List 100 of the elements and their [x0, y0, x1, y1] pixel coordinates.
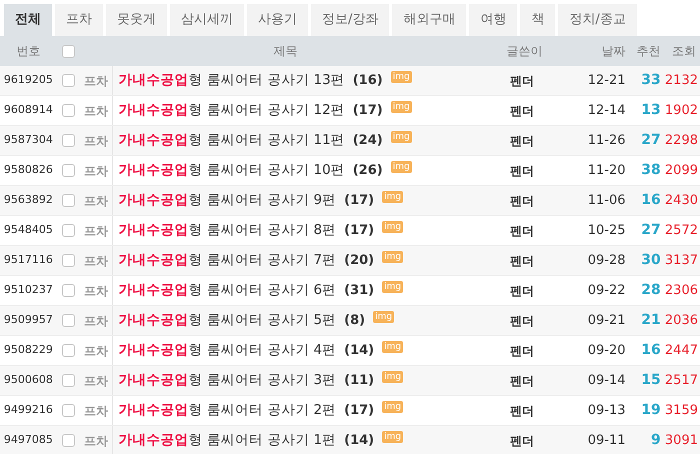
category-tab[interactable]: 여행	[469, 4, 518, 36]
post-number: 9508229	[2, 342, 54, 358]
post-date: 09-28	[586, 252, 626, 270]
checkbox[interactable]	[62, 404, 76, 417]
post-date: 10-25	[586, 222, 626, 240]
checkbox[interactable]	[62, 74, 76, 87]
image-badge: img	[390, 70, 412, 82]
column-header: 글쓴이	[505, 43, 544, 60]
checkbox[interactable]	[62, 224, 76, 237]
column-header: 추천	[636, 43, 661, 60]
post-title[interactable]: 가내수공업 형 룸씨어터 공사기 4편	[118, 340, 336, 361]
post-author: 펜더	[508, 222, 535, 240]
category-tab[interactable]: 정보/강좌	[311, 4, 390, 36]
post-date: 12-21	[586, 72, 626, 90]
like-count: 16	[640, 191, 661, 210]
post-category: 프차	[83, 72, 109, 90]
image-badge: img	[382, 370, 404, 382]
image-badge: img	[382, 250, 404, 262]
post-category: 프차	[83, 132, 109, 150]
category-tab[interactable]: 사용기	[247, 4, 308, 36]
post-title[interactable]: 가내수공업 형 룸씨어터 공사기 13편	[118, 70, 345, 91]
post-author: 펜더	[508, 102, 535, 120]
post-number: 9500608	[2, 372, 54, 388]
image-badge: img	[390, 130, 412, 142]
category-tab[interactable]: 정치/종교	[558, 4, 637, 36]
image-badge: img	[382, 340, 404, 352]
like-count: 28	[640, 281, 661, 300]
image-badge: img	[382, 220, 404, 232]
view-count: 2036	[664, 312, 699, 330]
view-count: 2099	[664, 162, 699, 180]
post-author: 펜더	[508, 402, 535, 420]
checkbox[interactable]	[62, 164, 76, 177]
post-author: 펜더	[508, 192, 535, 210]
image-badge: img	[382, 280, 404, 292]
post-title[interactable]: 가내수공업 형 룸씨어터 공사기 7편	[118, 250, 336, 271]
post-category: 프차	[83, 282, 109, 300]
category-tab[interactable]: 프차	[55, 4, 103, 36]
view-count: 3091	[664, 432, 699, 450]
post-title[interactable]: 가내수공업 형 룸씨어터 공사기 8편	[118, 220, 336, 241]
category-tab[interactable]: 삼시세끼	[170, 4, 244, 36]
checkbox[interactable]	[62, 134, 76, 147]
post-title[interactable]: 가내수공업 형 룸씨어터 공사기 10편	[118, 160, 345, 181]
post-author: 펜더	[508, 342, 535, 360]
view-count: 2447	[664, 342, 699, 360]
column-header: 제목	[272, 43, 298, 60]
post-title[interactable]: 가내수공업 형 룸씨어터 공사기 1편	[118, 430, 336, 451]
post-title[interactable]: 가내수공업 형 룸씨어터 공사기 9편	[118, 190, 336, 211]
category-tab[interactable]: 책	[520, 4, 556, 36]
checkbox[interactable]	[62, 254, 76, 267]
checkbox[interactable]	[62, 374, 76, 387]
checkbox[interactable]	[62, 194, 76, 207]
comment-count: (17)	[344, 192, 374, 210]
post-author: 펜더	[508, 282, 535, 300]
post-category: 프차	[83, 102, 109, 120]
post-category: 프차	[83, 402, 109, 420]
comment-count: (24)	[352, 132, 383, 150]
checkbox[interactable]	[62, 104, 76, 117]
comment-count: (14)	[344, 432, 374, 450]
like-count: 13	[640, 101, 661, 120]
post-date: 09-11	[586, 432, 626, 450]
post-date: 09-14	[586, 372, 626, 390]
post-category: 프차	[83, 312, 109, 330]
checkbox[interactable]	[62, 284, 76, 297]
post-number: 9580826	[2, 162, 54, 178]
comment-count: (14)	[344, 342, 374, 360]
comment-count: (16)	[352, 72, 383, 90]
category-tab[interactable]: 전체	[4, 4, 52, 36]
post-author: 펜더	[508, 132, 535, 150]
like-count: 38	[640, 161, 661, 180]
post-number: 9497085	[2, 432, 54, 448]
post-title[interactable]: 가내수공업 형 룸씨어터 공사기 3편	[118, 370, 336, 391]
post-number: 9517116	[2, 252, 54, 268]
like-count: 27	[640, 131, 661, 150]
post-title[interactable]: 가내수공업 형 룸씨어터 공사기 5편	[118, 310, 336, 331]
post-title[interactable]: 가내수공업 형 룸씨어터 공사기 6편	[118, 280, 336, 301]
like-count: 9	[650, 431, 661, 450]
image-badge: img	[382, 190, 404, 202]
post-title[interactable]: 가내수공업 형 룸씨어터 공사기 11편	[118, 130, 345, 151]
checkbox[interactable]	[62, 344, 76, 357]
post-date: 11-06	[586, 192, 626, 210]
checkbox[interactable]	[62, 44, 76, 58]
post-author: 펜더	[508, 252, 535, 270]
checkbox[interactable]	[62, 314, 76, 327]
view-count: 2572	[664, 222, 699, 240]
image-badge: img	[382, 400, 404, 412]
category-tab[interactable]: 못웃게	[106, 4, 167, 36]
post-title[interactable]: 가내수공업 형 룸씨어터 공사기 2편	[118, 400, 336, 421]
post-number: 9619205	[2, 72, 54, 88]
checkbox[interactable]	[62, 434, 76, 447]
view-count: 2517	[664, 372, 699, 390]
post-number: 9499216	[2, 402, 54, 418]
like-count: 19	[640, 401, 661, 420]
post-title[interactable]: 가내수공업 형 룸씨어터 공사기 12편	[118, 100, 345, 121]
column-header: 번호	[15, 43, 42, 60]
post-date: 09-20	[586, 342, 626, 360]
post-author: 펜더	[508, 372, 535, 390]
comment-count: (17)	[352, 102, 383, 120]
post-number: 9587304	[2, 132, 54, 148]
image-badge: img	[390, 160, 412, 172]
category-tab[interactable]: 해외구매	[392, 4, 466, 36]
